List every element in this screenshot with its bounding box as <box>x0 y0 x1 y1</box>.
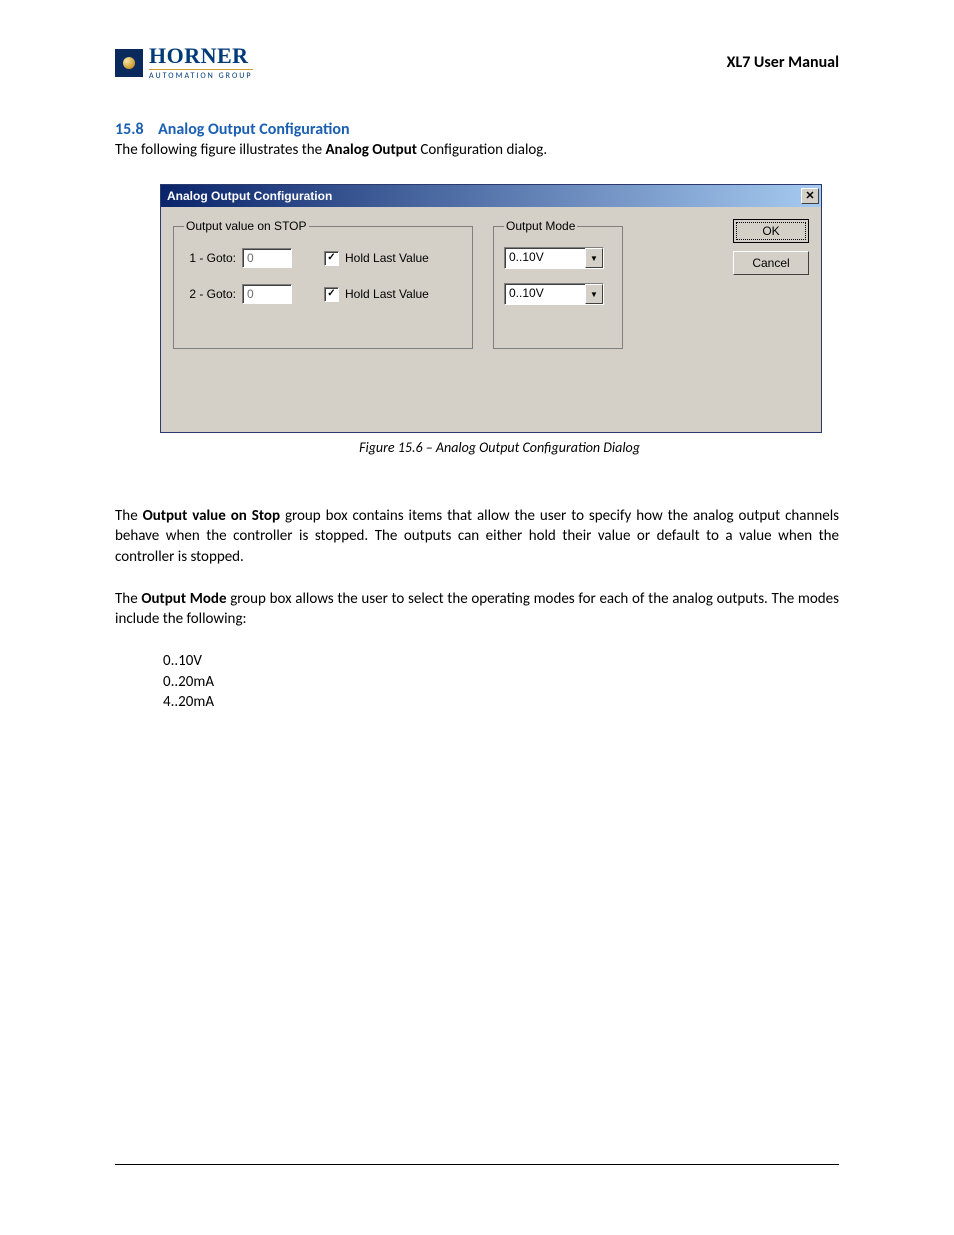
goto-label-1: 1 - Goto: <box>184 251 236 265</box>
intro-line: The following figure illustrates the Ana… <box>115 141 839 159</box>
goto-label-2: 2 - Goto: <box>184 287 236 301</box>
mode-group-legend: Output Mode <box>504 219 577 233</box>
figure-caption: Figure 15.6 – Analog Output Configuratio… <box>160 439 839 456</box>
stop-row: 1 - Goto: 0 ✓ Hold Last Value <box>184 247 462 269</box>
hold-checkbox-1[interactable]: ✓ <box>324 251 339 266</box>
logo-icon <box>115 49 143 77</box>
logo: HORNER AUTOMATION GROUP <box>115 45 253 80</box>
titlebar: Analog Output Configuration ✕ <box>161 185 821 207</box>
output-mode-group: Output Mode 0..10V ▼ 0..10V ▼ <box>493 219 623 349</box>
analog-output-dialog: Analog Output Configuration ✕ Output val… <box>160 184 822 433</box>
output-value-on-stop-group: Output value on STOP 1 - Goto: 0 ✓ Hold … <box>173 219 473 349</box>
paragraph-2: The Output Mode group box allows the use… <box>115 589 839 630</box>
paragraph-1: The Output value on Stop group box conta… <box>115 506 839 567</box>
cancel-button[interactable]: Cancel <box>733 251 809 275</box>
dialog-title: Analog Output Configuration <box>167 189 332 203</box>
goto-input-1[interactable]: 0 <box>242 248 292 268</box>
logo-sub-text: AUTOMATION GROUP <box>149 69 253 80</box>
doc-title: XL7 User Manual <box>727 53 839 72</box>
mode-item: 0..10V <box>163 651 839 671</box>
hold-checkbox-2[interactable]: ✓ <box>324 287 339 302</box>
mode-item: 4..20mA <box>163 692 839 712</box>
mode-item: 0..20mA <box>163 672 839 692</box>
section-number: 15.8 <box>115 120 144 139</box>
close-icon: ✕ <box>805 190 814 202</box>
chevron-down-icon: ▼ <box>585 284 603 304</box>
goto-input-2[interactable]: 0 <box>242 284 292 304</box>
hold-label-1: Hold Last Value <box>345 251 429 265</box>
section-heading: 15.8 Analog Output Configuration <box>115 120 839 139</box>
close-button[interactable]: ✕ <box>801 188 819 204</box>
footer-rule <box>115 1164 839 1165</box>
stop-row: 2 - Goto: 0 ✓ Hold Last Value <box>184 283 462 305</box>
modes-list: 0..10V 0..20mA 4..20mA <box>163 651 839 712</box>
output-mode-combo-1[interactable]: 0..10V ▼ <box>504 247 604 269</box>
stop-group-legend: Output value on STOP <box>184 219 309 233</box>
combo-value-1: 0..10V <box>505 248 585 268</box>
section-title: Analog Output Configuration <box>158 120 349 139</box>
logo-main-text: HORNER <box>149 45 253 67</box>
chevron-down-icon: ▼ <box>585 248 603 268</box>
hold-label-2: Hold Last Value <box>345 287 429 301</box>
ok-button[interactable]: OK <box>733 219 809 243</box>
combo-value-2: 0..10V <box>505 284 585 304</box>
output-mode-combo-2[interactable]: 0..10V ▼ <box>504 283 604 305</box>
